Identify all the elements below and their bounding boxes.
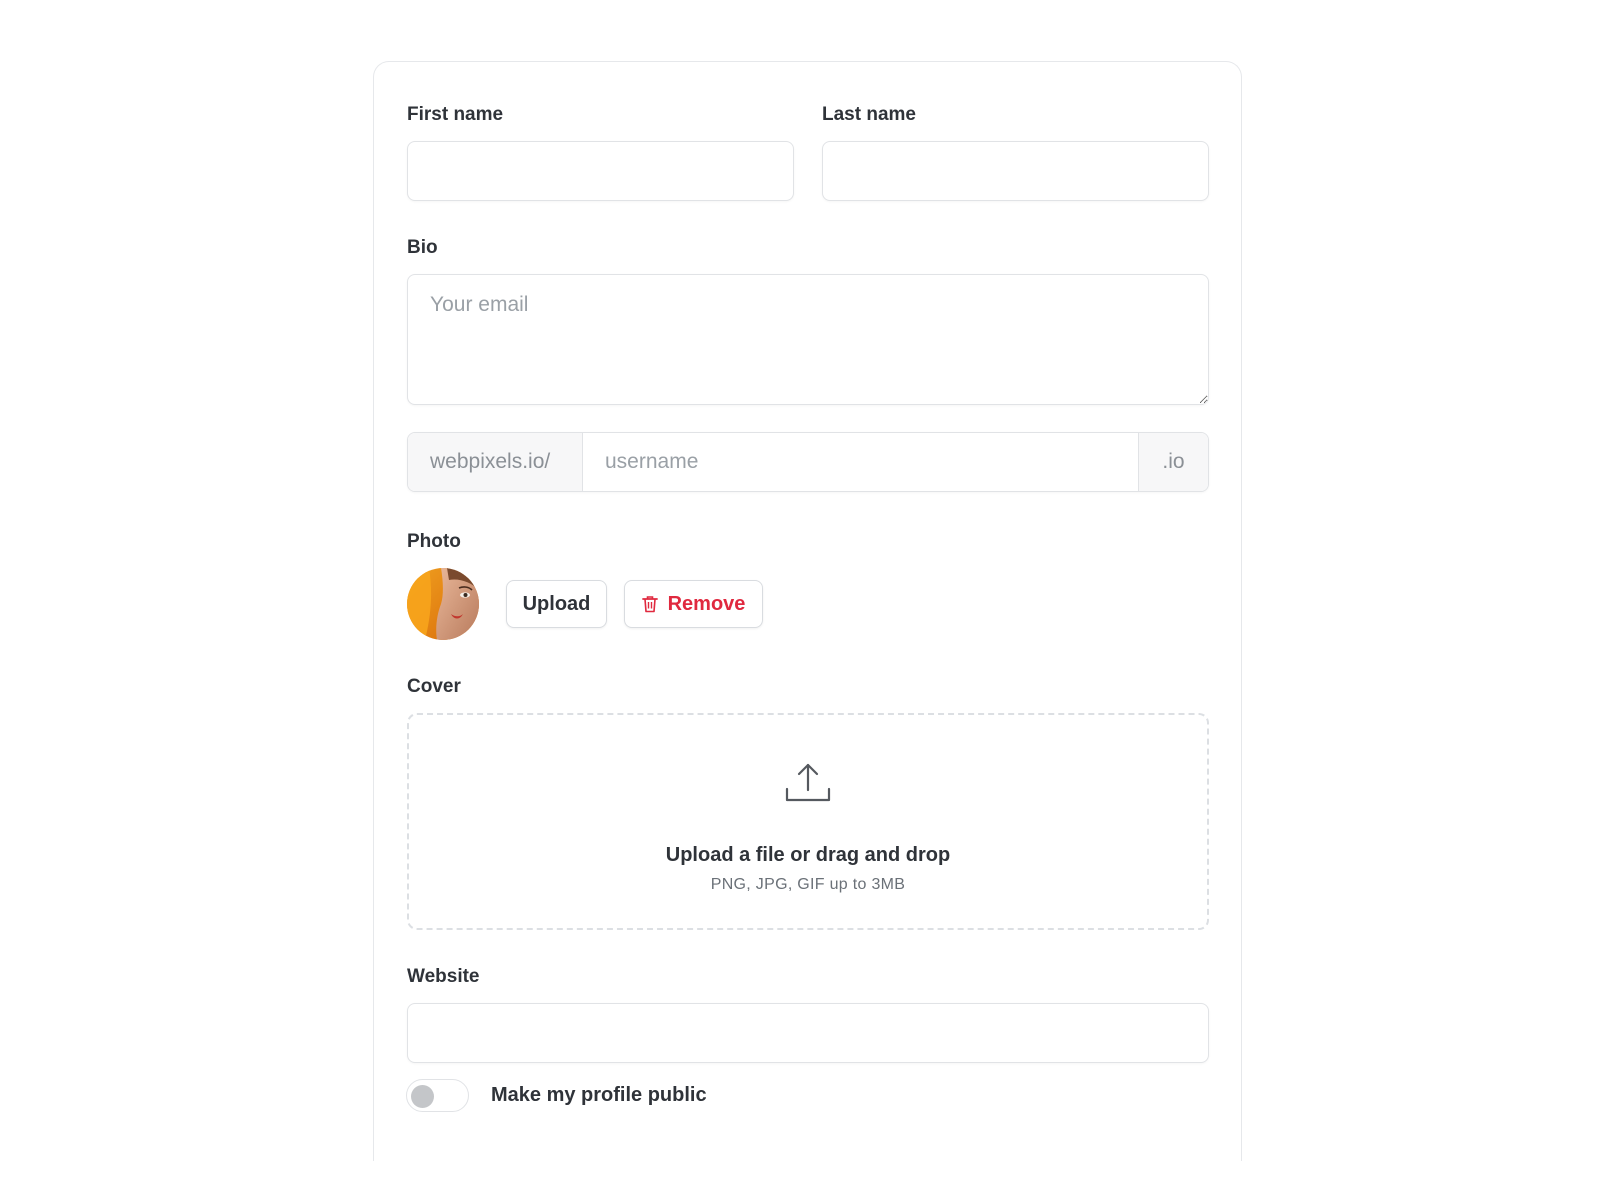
avatar — [407, 568, 479, 640]
username-input[interactable] — [583, 433, 1138, 491]
website-label: Website — [407, 966, 480, 987]
profile-form-card: First name Last name Bio webpixels.io/ .… — [373, 61, 1242, 1161]
website-group: Website — [407, 966, 1209, 1063]
upload-tray-icon — [785, 763, 831, 808]
remove-photo-button[interactable]: Remove — [624, 580, 763, 628]
public-profile-toggle[interactable] — [406, 1079, 469, 1112]
username-prefix: webpixels.io/ — [408, 433, 583, 491]
bio-label: Bio — [407, 237, 438, 258]
toggle-knob — [411, 1085, 434, 1108]
cover-dropzone-title: Upload a file or drag and drop — [665, 844, 951, 866]
photo-label: Photo — [407, 531, 461, 552]
last-name-group: Last name — [822, 104, 1209, 201]
first-name-group: First name — [407, 104, 794, 201]
first-name-label: First name — [407, 104, 504, 125]
name-row: First name Last name — [407, 104, 1209, 201]
avatar-image — [407, 568, 479, 640]
username-input-group: webpixels.io/ .io — [407, 432, 1209, 492]
cover-dropzone-subtitle: PNG, JPG, GIF up to 3MB — [710, 876, 906, 893]
trash-icon — [641, 595, 658, 613]
bio-group: Bio — [407, 237, 1209, 405]
cover-dropzone[interactable]: Upload a file or drag and drop PNG, JPG,… — [407, 713, 1209, 930]
last-name-label: Last name — [822, 104, 916, 125]
website-input[interactable] — [407, 1003, 1209, 1063]
public-profile-label: Make my profile public — [491, 1084, 707, 1106]
bio-textarea[interactable] — [407, 274, 1209, 405]
remove-photo-label: Remove — [667, 592, 746, 615]
last-name-input[interactable] — [822, 141, 1209, 201]
photo-row: Upload Remove — [407, 568, 1209, 640]
cover-group: Cover Upload a file or drag and drop PNG… — [407, 676, 1209, 930]
public-profile-row: Make my profile public — [406, 1079, 707, 1112]
upload-photo-button[interactable]: Upload — [506, 580, 607, 628]
upload-photo-label: Upload — [522, 592, 591, 615]
photo-group: Photo Upload Remove — [407, 531, 1209, 640]
username-suffix: .io — [1138, 433, 1208, 491]
first-name-input[interactable] — [407, 141, 794, 201]
cover-label: Cover — [407, 676, 461, 697]
